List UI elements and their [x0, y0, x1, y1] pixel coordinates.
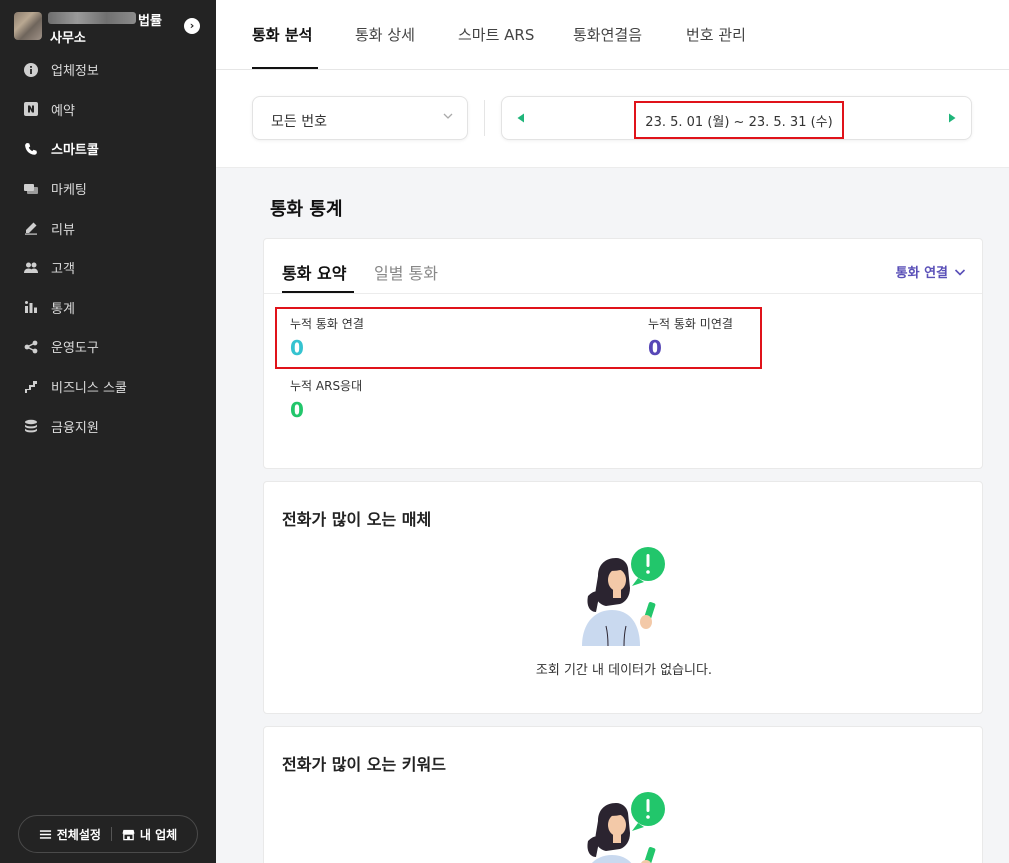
- top-navigation: 통화 분석 통화 상세 스마트 ARS 통화연결음 번호 관리: [216, 0, 1009, 70]
- date-range-value[interactable]: 23. 5. 01 (월) ~ 23. 5. 31 (수): [634, 101, 844, 139]
- business-name: 법률: [138, 14, 162, 29]
- my-business-label: 내 업체: [139, 827, 178, 842]
- store-icon: [122, 829, 135, 840]
- metric-value: 0: [290, 398, 304, 422]
- tab-smart-ars[interactable]: 스마트 ARS: [458, 24, 534, 45]
- pencil-icon: [24, 221, 38, 235]
- top-media-card: 전화가 많이 오는 매체 조회 기간 내 데이터가 없습니다.: [263, 481, 983, 714]
- sidebar-item-label: 고객: [51, 262, 75, 278]
- sidebar-item-label: 통계: [51, 301, 75, 317]
- card-title: 전화가 많이 오는 매체: [282, 510, 432, 529]
- stairs-icon: [24, 380, 38, 394]
- users-icon: [24, 261, 38, 275]
- info-icon: [24, 62, 38, 77]
- all-settings-label: 전체설정: [56, 827, 101, 842]
- metric-label: 누적 통화 미연결: [648, 317, 733, 331]
- coins-icon: [24, 419, 38, 433]
- chevron-down-icon: [443, 113, 453, 119]
- sidebar-menu: 업체정보 예약 스마트콜 마케팅 리뷰 고객 통계 운영도구 비즈니스 스쿨 금…: [0, 50, 216, 446]
- metric-ars: 누적 ARS응대 0: [290, 377, 362, 422]
- sidebar: 법률 사무소 › 업체정보 예약 스마트콜 마케팅 리뷰 고객 통계 운영도구 …: [0, 0, 216, 863]
- empty-state-illustration: [582, 547, 665, 646]
- sidebar-item-label: 예약: [51, 103, 75, 119]
- metric-connected: 누적 통화 연결 0: [290, 315, 364, 360]
- sidebar-item-smartcall[interactable]: 스마트콜: [0, 129, 216, 169]
- sidebar-item-label: 운영도구: [51, 341, 99, 357]
- tab-daily-calls[interactable]: 일별 통화: [374, 260, 438, 284]
- filter-bar: 모든 번호 23. 5. 01 (월) ~ 23. 5. 31 (수): [216, 70, 1009, 168]
- call-summary-card: 통화 요약 일별 통화 통화 연결 누적 통화 연결 0 누적 통화 미연결 0…: [263, 238, 983, 469]
- business-switcher[interactable]: 법률 사무소 ›: [14, 10, 204, 46]
- date-range-text: 23. 5. 01 (월) ~ 23. 5. 31 (수): [645, 114, 833, 130]
- section-title: 통화 통계: [270, 199, 343, 220]
- sidebar-item-label: 마케팅: [51, 183, 87, 199]
- metric-label: 누적 통화 연결: [290, 317, 364, 331]
- date-range-picker: 23. 5. 01 (월) ~ 23. 5. 31 (수): [501, 96, 972, 140]
- all-settings-button[interactable]: 전체설정: [29, 826, 111, 843]
- sidebar-item-review[interactable]: 리뷰: [0, 208, 216, 248]
- sidebar-item-label: 리뷰: [51, 222, 75, 238]
- share-icon: [24, 340, 38, 354]
- business-thumbnail: [14, 12, 42, 40]
- metric-label: 누적 ARS응대: [290, 379, 363, 393]
- metric-value: 0: [648, 336, 662, 360]
- phone-icon: [24, 142, 38, 156]
- tab-call-details[interactable]: 통화 상세: [355, 24, 415, 45]
- tab-number-management[interactable]: 번호 관리: [686, 24, 746, 45]
- sidebar-item-statistics[interactable]: 통계: [0, 288, 216, 328]
- my-business-button[interactable]: 내 업체: [112, 826, 187, 843]
- next-period-icon[interactable]: [945, 111, 959, 125]
- sidebar-item-customers[interactable]: 고객: [0, 248, 216, 288]
- prev-period-icon[interactable]: [514, 111, 528, 125]
- number-select-value: 모든 번호: [271, 114, 327, 130]
- card-divider: [264, 293, 982, 294]
- business-name-line2: 사무소: [50, 31, 86, 46]
- naver-n-icon: [24, 102, 38, 117]
- chevron-right-icon[interactable]: ›: [184, 18, 200, 34]
- tab-call-analysis[interactable]: 통화 분석: [252, 24, 312, 45]
- empty-state-text: 조회 기간 내 데이터가 없습니다.: [535, 663, 713, 678]
- connection-type-dropdown[interactable]: 통화 연결: [896, 262, 966, 281]
- card-title: 전화가 많이 오는 키워드: [282, 755, 446, 774]
- sidebar-item-business-info[interactable]: 업체정보: [0, 50, 216, 90]
- sidebar-item-business-school[interactable]: 비즈니스 스쿨: [0, 367, 216, 407]
- number-select[interactable]: 모든 번호: [252, 96, 468, 140]
- sidebar-item-finance[interactable]: 금융지원: [0, 406, 216, 446]
- tab-ringback-tone[interactable]: 통화연결음: [573, 24, 642, 45]
- business-name-redacted: [48, 12, 136, 24]
- top-keyword-card: 전화가 많이 오는 키워드: [263, 726, 983, 863]
- marketing-icon: [24, 182, 38, 196]
- sidebar-item-label: 업체정보: [51, 64, 99, 80]
- sidebar-footer: 전체설정 내 업체: [18, 815, 198, 853]
- sidebar-item-reservation[interactable]: 예약: [0, 90, 216, 130]
- menu-icon: [39, 829, 51, 839]
- sidebar-item-label: 비즈니스 스쿨: [51, 381, 127, 397]
- chevron-down-icon: [954, 268, 966, 276]
- stats-icon: [24, 300, 38, 314]
- connection-type-label: 통화 연결: [895, 266, 948, 281]
- filter-divider: [484, 100, 485, 136]
- metric-value: 0: [290, 336, 304, 360]
- sidebar-item-marketing[interactable]: 마케팅: [0, 169, 216, 209]
- tab-call-summary[interactable]: 통화 요약: [282, 260, 346, 284]
- empty-state-illustration: [587, 792, 665, 863]
- sidebar-item-label: 스마트콜: [51, 143, 99, 159]
- metric-missed: 누적 통화 미연결 0: [648, 315, 733, 360]
- active-tab-indicator: [252, 67, 318, 69]
- sidebar-item-operation-tools[interactable]: 운영도구: [0, 327, 216, 367]
- sidebar-item-label: 금융지원: [51, 420, 99, 436]
